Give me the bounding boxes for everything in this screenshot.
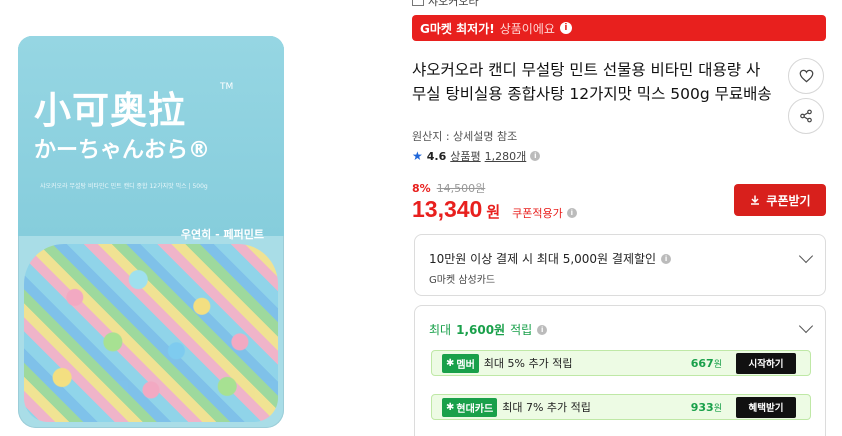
review-label[interactable]: 상품평 <box>450 148 480 164</box>
benefit-amount-unit: 원 <box>713 359 722 370</box>
card-badge: ✱ 현대카드 <box>442 397 498 417</box>
benefit-row-card: ✱ 현대카드 최대 7% 추가 적립 933원 혜택받기 <box>431 394 811 420</box>
benefit-amount-value: 933 <box>690 400 714 414</box>
points-box: 최대 1,600원 적립 i ✱ 멤버 최대 5% 추가 적립 667원 시작하… <box>414 305 826 436</box>
shop-name: 샤오커오라 <box>428 0 479 8</box>
info-icon[interactable]: i <box>559 22 572 34</box>
product-title: 샤오커오라 캔디 무설탕 민트 선물용 비타민 대용량 사무실 탕비실용 종합사… <box>412 61 772 103</box>
home-icon <box>412 0 424 6</box>
heart-icon <box>799 69 813 83</box>
share-icon <box>800 109 812 123</box>
card-name: G마켓 삼성카드 <box>429 275 496 286</box>
product-image-area: 小可奥拉 TM かーちゃんおら® 샤오커오라 무설탕 비타민C 민트 캔디 종합… <box>0 0 400 436</box>
product-image[interactable]: 小可奥拉 TM かーちゃんおら® 샤오커오라 무설탕 비타민C 민트 캔디 종합… <box>18 36 284 428</box>
points-title: 최대 1,600원 적립 i <box>429 321 548 338</box>
card-offer-text: 10만원 이상 결제 시 최대 5,000원 결제할인 <box>429 252 657 266</box>
benefit-text: 최대 5% 추가 적립 <box>483 357 573 370</box>
info-icon[interactable]: i <box>661 253 672 264</box>
start-member-button[interactable]: 시작하기 <box>736 352 796 374</box>
shop-link[interactable]: 샤오커오라 <box>412 0 479 8</box>
price-row: 13,340 원 쿠폰적용가 i <box>412 196 577 223</box>
chevron-down-icon[interactable] <box>798 248 814 264</box>
chevron-down-icon[interactable] <box>798 318 814 334</box>
rating-row: ★ 4.6 상품평 1,280개 i <box>412 148 541 164</box>
info-icon[interactable]: i <box>566 208 577 218</box>
star-icon: ★ <box>412 149 423 163</box>
benefit-amount-value: 667 <box>690 356 714 370</box>
card-discount-box[interactable]: 10만원 이상 결제 시 최대 5,000원 결제할인 i G마켓 삼성카드 <box>414 234 826 296</box>
benefit-amount: 667원 <box>691 357 722 370</box>
discount-row: 8% 14,500원 <box>412 180 485 196</box>
coupon-price-note: 쿠폰적용가 i <box>512 205 577 221</box>
card-badge-label: 현대카드 <box>456 403 494 415</box>
coupon-button[interactable]: 쿠폰받기 <box>734 184 826 216</box>
info-icon[interactable]: i <box>537 324 548 335</box>
bag-brand-title: 小可奥拉 <box>34 89 186 132</box>
review-count[interactable]: 1,280개 <box>485 148 527 164</box>
banner-light: 상품이에요 <box>499 21 555 36</box>
benefit-amount: 933원 <box>691 401 722 414</box>
banner-strong: G마켓 최저가! <box>420 21 495 36</box>
points-suffix: 적립 <box>510 323 533 337</box>
coupon-note-label: 쿠폰적용가 <box>512 207 563 220</box>
benefit-row-member: ✱ 멤버 최대 5% 추가 적립 667원 시작하기 <box>431 350 811 376</box>
g-logo-icon: ✱ <box>446 357 455 369</box>
get-benefit-button[interactable]: 혜택받기 <box>736 396 796 418</box>
info-icon[interactable]: i <box>530 151 541 161</box>
bag-brand-sub: かーちゃんおら® <box>34 138 211 163</box>
card-offer: 10만원 이상 결제 시 최대 5,000원 결제할인 i <box>429 250 672 267</box>
product-info-panel: 샤오커오라 G마켓 최저가! 상품이에요 i 샤오커오라 캔디 무설탕 민트 선… <box>412 0 826 436</box>
member-badge-label: 멤버 <box>456 359 475 371</box>
g-logo-icon: ✱ <box>446 401 455 413</box>
benefit-text: 최대 7% 추가 적립 <box>502 401 591 414</box>
lowest-price-banner: G마켓 최저가! 상품이에요 i <box>412 15 826 41</box>
discount-percent: 8% <box>412 181 431 195</box>
price-unit: 원 <box>486 203 501 221</box>
download-icon <box>751 195 760 205</box>
coupon-button-label: 쿠폰받기 <box>766 193 811 208</box>
bag-tm: TM <box>220 82 234 92</box>
points-amount: 1,600원 <box>456 323 506 337</box>
final-price: 13,340 <box>412 196 483 222</box>
share-button[interactable] <box>788 98 824 134</box>
origin-info: 원산지 : 상세설명 참조 <box>412 130 518 143</box>
member-badge: ✱ 멤버 <box>442 353 479 373</box>
original-price: 14,500원 <box>436 182 486 195</box>
wishlist-button[interactable] <box>788 58 824 94</box>
points-prefix: 최대 <box>429 323 452 337</box>
bag-tag: 우연히 - 페퍼민트 <box>180 228 264 241</box>
candies-illustration <box>24 244 278 422</box>
bag-desc: 샤오커오라 무설탕 비타민C 민트 캔디 종합 12가지맛 믹스 | 500g <box>40 183 208 190</box>
benefit-amount-unit: 원 <box>713 403 722 414</box>
rating-score: 4.6 <box>426 149 447 163</box>
